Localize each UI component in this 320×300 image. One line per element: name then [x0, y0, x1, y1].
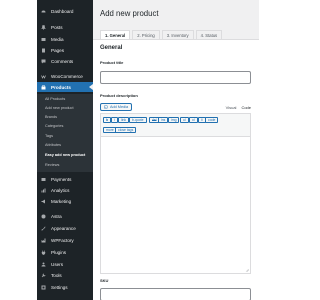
submenu-categories[interactable]: Categories — [45, 124, 63, 128]
sidebar-item-appearance[interactable]: Appearance — [37, 223, 93, 233]
woo-icon — [41, 74, 46, 79]
sidebar-item-media[interactable]: Media — [37, 34, 93, 44]
product-description-label: Product description — [100, 93, 138, 98]
add-media-button[interactable]: Add Media — [100, 103, 133, 111]
wpfactory-icon — [41, 238, 46, 243]
products-submenu: All Products Add new product Brands Cate… — [37, 94, 93, 172]
page-title: Add new product — [100, 9, 159, 18]
sidebar-item-posts[interactable]: Posts — [37, 22, 93, 32]
sku-label: SKU — [100, 278, 109, 283]
media-icon — [41, 37, 46, 42]
settings-icon — [41, 285, 46, 290]
resize-handle-icon[interactable] — [245, 268, 249, 272]
submenu-brands[interactable]: Brands — [45, 115, 57, 119]
megaphone-icon — [41, 199, 46, 204]
comment-icon — [41, 59, 46, 64]
product-title-label: Product title — [100, 60, 124, 65]
sidebar-item-astra[interactable]: Astra — [37, 211, 93, 221]
plugin-icon — [41, 250, 46, 255]
admin-sidebar: Dashboard Posts Media Pages Comments Woo… — [37, 0, 93, 300]
section-title: General — [100, 45, 123, 51]
dashboard-icon — [41, 9, 46, 14]
analytics-icon — [41, 188, 46, 193]
qt-bold-button[interactable]: b — [103, 117, 112, 123]
editor-mode-switch: Visual Code — [226, 105, 251, 110]
sidebar-item-marketing[interactable]: Marketing — [37, 196, 93, 206]
admin-window: Dashboard Posts Media Pages Comments Woo… — [37, 0, 259, 300]
visual-tab[interactable]: Visual — [226, 105, 237, 110]
products-icon — [41, 84, 46, 90]
sidebar-item-pages[interactable]: Pages — [37, 45, 93, 55]
page-icon — [41, 48, 46, 53]
quicktags-toolbar: b i link b-quote del ins img ul ol li co… — [101, 114, 250, 137]
submenu-reviews[interactable]: Reviews — [45, 163, 59, 167]
submenu-tags[interactable]: Tags — [45, 134, 53, 138]
user-icon — [41, 262, 46, 267]
qt-bquote-button[interactable]: b-quote — [129, 117, 147, 123]
qt-ul-button[interactable]: ul — [180, 117, 189, 123]
qt-ol-button[interactable]: ol — [189, 117, 198, 123]
qt-img-button[interactable]: img — [168, 117, 180, 123]
sidebar-item-payments[interactable]: Payments — [37, 174, 93, 184]
sidebar-item-dashboard[interactable]: Dashboard — [37, 6, 93, 16]
description-editor[interactable]: b i link b-quote del ins img ul ol li co… — [100, 113, 251, 274]
sidebar-item-woocommerce[interactable]: WooCommerce — [37, 71, 93, 81]
submenu-easy-add-new-product[interactable]: Easy add new product — [45, 153, 85, 157]
sidebar-item-wpfactory[interactable]: WPFactory — [37, 235, 93, 245]
pin-icon — [41, 24, 46, 30]
astra-icon — [41, 214, 46, 219]
submenu-attributes[interactable]: Attributes — [45, 143, 61, 147]
sidebar-item-users[interactable]: Users — [37, 259, 93, 269]
product-title-input[interactable] — [100, 71, 251, 84]
submenu-all-products[interactable]: All Products — [45, 97, 65, 101]
sidebar-item-comments[interactable]: Comments — [37, 56, 93, 66]
qt-link-button[interactable]: link — [118, 117, 130, 123]
code-tab[interactable]: Code — [241, 105, 251, 110]
sidebar-item-analytics[interactable]: Analytics — [37, 185, 93, 195]
qt-close-tags-button[interactable]: close tags — [115, 127, 137, 133]
submenu-add-new-product[interactable]: Add new product — [45, 106, 74, 110]
wrench-icon — [41, 273, 46, 278]
qt-italic-button[interactable]: i — [111, 117, 118, 123]
add-media-icon — [104, 105, 108, 109]
qt-ins-button[interactable]: ins — [158, 117, 169, 123]
brush-icon — [41, 226, 46, 231]
qt-code-button[interactable]: code — [205, 117, 219, 123]
sidebar-item-settings[interactable]: Settings — [37, 282, 93, 292]
payments-icon — [41, 177, 46, 182]
sidebar-item-plugins[interactable]: Plugins — [37, 247, 93, 257]
sku-input[interactable] — [100, 288, 251, 300]
main-content: Add new product 1. General 2. Pricing 3.… — [93, 0, 259, 300]
sidebar-item-products[interactable]: Products — [37, 82, 93, 92]
sidebar-item-tools[interactable]: Tools — [37, 270, 93, 280]
